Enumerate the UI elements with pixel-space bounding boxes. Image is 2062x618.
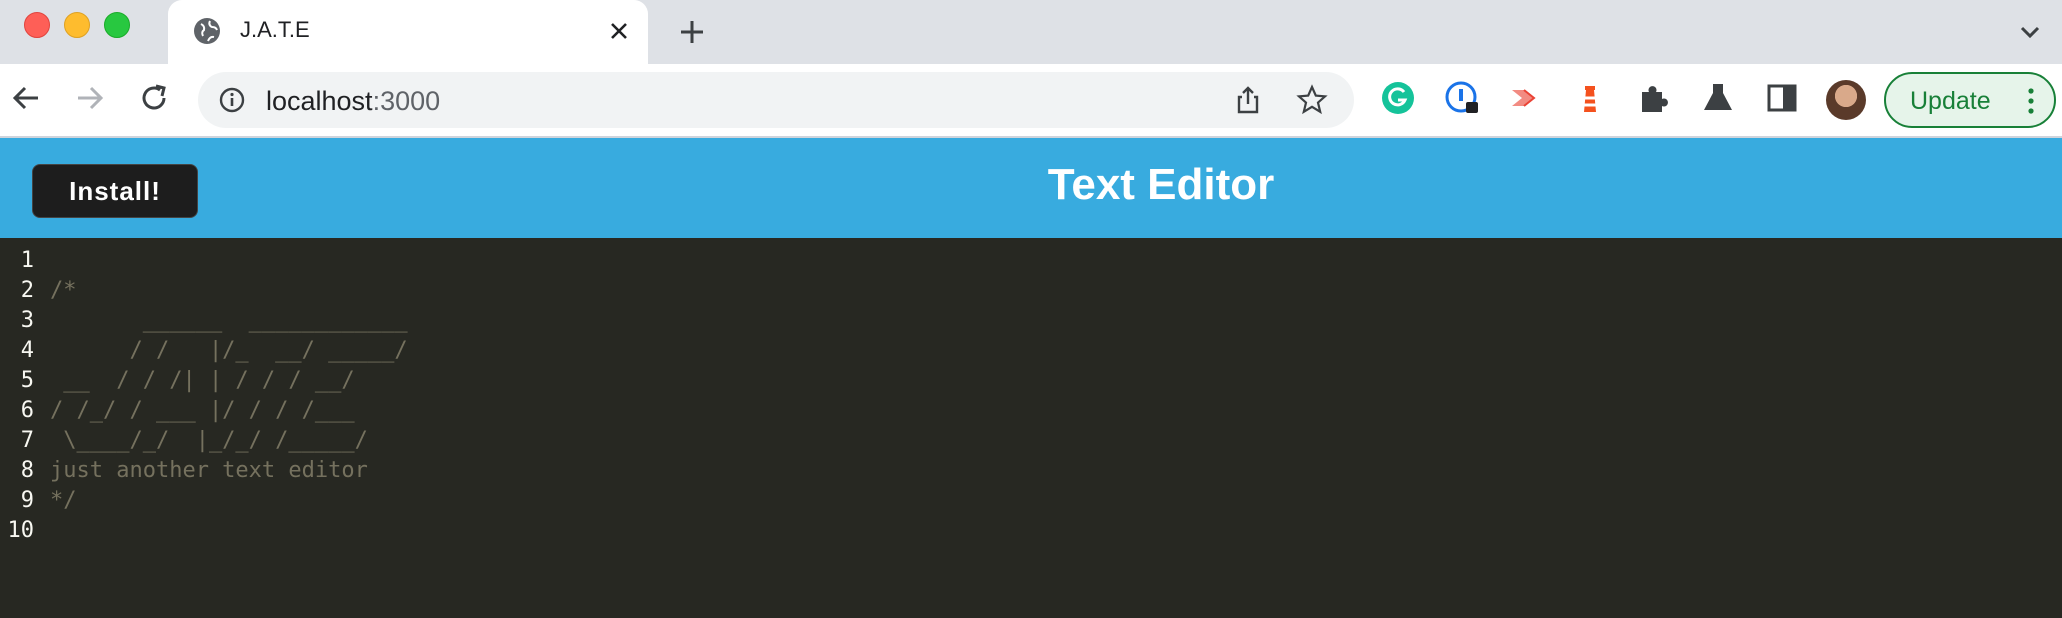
- line-number: 10: [7, 518, 35, 543]
- editor-line[interactable]: 10: [0, 516, 2062, 546]
- close-window-button[interactable]: [24, 12, 50, 38]
- line-text[interactable]: just another text editor: [50, 456, 368, 486]
- editor-line[interactable]: 6 / /_/ / ___ |/ / / /___: [0, 396, 2062, 426]
- url-port: :3000: [372, 86, 441, 116]
- editor-line[interactable]: 4 / / |/_ __/ _____/: [0, 336, 2062, 366]
- line-number: 3: [20, 308, 34, 333]
- editor-line[interactable]: 1: [0, 246, 2062, 276]
- lighthouse-icon[interactable]: [1572, 80, 1608, 116]
- info-icon[interactable]: [218, 86, 246, 114]
- share-icon[interactable]: [1232, 84, 1264, 116]
- line-text[interactable]: __ / / /| | / / / __/: [50, 366, 354, 396]
- editor-line[interactable]: 8 just another text editor: [0, 456, 2062, 486]
- line-text[interactable]: \____/_/ |_/_/ /_____/: [50, 426, 368, 456]
- line-text[interactable]: */: [50, 486, 77, 516]
- editor-line[interactable]: 5 __ / / /| | / / / __/: [0, 366, 2062, 396]
- close-icon[interactable]: [602, 14, 636, 48]
- line-number: 8: [20, 458, 34, 483]
- editor-line[interactable]: 3 ______ ____________: [0, 306, 2062, 336]
- grammarly-icon[interactable]: [1380, 80, 1416, 116]
- editor-line[interactable]: 2 /*: [0, 276, 2062, 306]
- address-bar[interactable]: localhost:3000: [198, 72, 1354, 128]
- line-number: 4: [20, 338, 34, 363]
- password-manager-icon[interactable]: [1444, 80, 1480, 116]
- chevron-down-icon[interactable]: [2012, 14, 2048, 50]
- page-title: Text Editor: [1047, 160, 1275, 209]
- flask-icon[interactable]: [1700, 80, 1736, 116]
- browser-tab[interactable]: J.A.T.E: [168, 0, 648, 64]
- screen-recorder-icon[interactable]: [1508, 80, 1544, 116]
- code-editor[interactable]: 1 2 /* 3 ______ ____________ 4 / / |/_ _…: [0, 238, 2062, 618]
- line-text[interactable]: / /_/ / ___ |/ / / /___: [50, 396, 355, 426]
- globe-icon: [194, 18, 220, 44]
- tab-title: J.A.T.E: [240, 17, 310, 42]
- puzzle-icon[interactable]: [1636, 80, 1672, 116]
- profile-avatar[interactable]: [1826, 80, 1866, 120]
- star-icon[interactable]: [1296, 84, 1328, 116]
- browser-chrome: J.A.T.E localhost:3000 Update: [0, 0, 2062, 138]
- more-vert-icon[interactable]: [2026, 86, 2036, 116]
- line-text[interactable]: / / |/_ __/ _____/: [50, 336, 407, 366]
- app-header: Install! Text Editor: [0, 138, 2062, 238]
- browser-toolbar: localhost:3000 Update: [0, 64, 2062, 136]
- tab-strip: J.A.T.E: [0, 0, 2062, 64]
- side-panel-icon[interactable]: [1764, 80, 1800, 116]
- line-number: 1: [20, 248, 34, 273]
- editor-line[interactable]: 9 */: [0, 486, 2062, 516]
- editor-line[interactable]: 7 \____/_/ |_/_/ /_____/: [0, 426, 2062, 456]
- line-number: 5: [20, 368, 34, 393]
- minimize-window-button[interactable]: [64, 12, 90, 38]
- maximize-window-button[interactable]: [104, 12, 130, 38]
- line-number: 9: [20, 488, 34, 513]
- line-number: 7: [20, 428, 34, 453]
- line-text[interactable]: ______ ____________: [50, 306, 408, 336]
- line-number: 2: [20, 278, 34, 303]
- reload-icon[interactable]: [134, 78, 174, 118]
- url-host: localhost: [266, 86, 373, 116]
- url-text: localhost:3000: [266, 86, 440, 117]
- update-label: Update: [1910, 87, 1991, 115]
- forward-icon[interactable]: [70, 78, 110, 118]
- back-icon[interactable]: [6, 78, 46, 118]
- new-tab-icon[interactable]: [672, 12, 712, 52]
- line-text[interactable]: /*: [50, 276, 77, 306]
- update-button[interactable]: Update: [1884, 72, 2056, 128]
- line-number: 6: [20, 398, 34, 423]
